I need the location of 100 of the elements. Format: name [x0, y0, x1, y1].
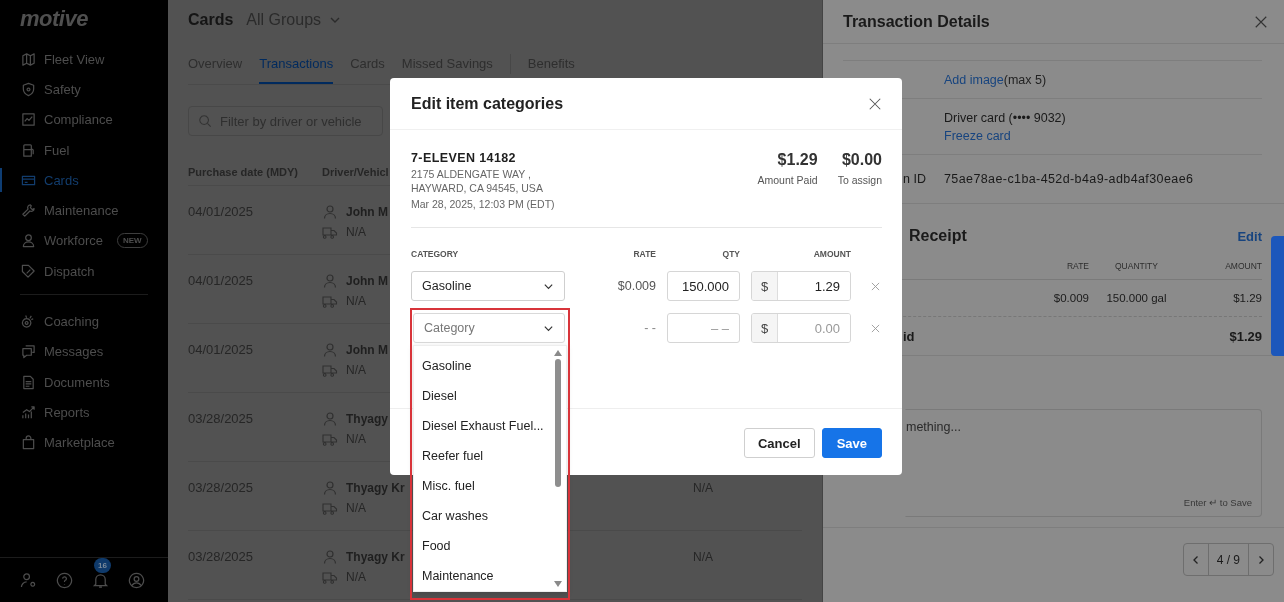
whistle-icon [21, 314, 36, 329]
address-line: HAYWARD, CA 94545, USA [411, 181, 544, 195]
document-icon [21, 374, 36, 390]
link[interactable]: Freeze card [944, 128, 1011, 143]
column-header: QUANTITY [1114, 260, 1159, 271]
amount-field[interactable]: $ 1.29 [751, 271, 851, 301]
close-icon[interactable] [1254, 14, 1268, 29]
amount: $0.00 [841, 151, 882, 169]
help-icon[interactable] [56, 571, 73, 589]
edit-link[interactable]: Edit [1237, 228, 1262, 244]
quantity-field[interactable]: – – [667, 313, 740, 343]
chart-icon [21, 404, 36, 420]
rate-value: $0.009 [616, 279, 656, 293]
amount-field[interactable]: $ 0.00 [751, 313, 851, 343]
menu-option[interactable]: Diesel Exhaust Fuel... [414, 411, 554, 441]
nav-item[interactable]: Safety [0, 74, 168, 105]
fuel-pump-icon [21, 142, 36, 158]
cancel-button[interactable]: Cancel [744, 428, 815, 458]
section-title: Receipt [909, 227, 967, 245]
tab[interactable]: Transactions [259, 40, 334, 84]
table-cell-text: $0.009 [1052, 292, 1089, 304]
category-select[interactable]: Category [413, 313, 565, 343]
person-icon [322, 549, 338, 565]
menu-option[interactable]: Diesel [414, 381, 554, 411]
remove-icon[interactable] [870, 323, 880, 333]
transaction-time: Mar 28, 2025, 12:03 PM (EDT) [411, 198, 555, 210]
column-header: RATE [1065, 260, 1089, 271]
truck-icon [322, 569, 338, 585]
scroll-down-icon[interactable] [554, 581, 562, 587]
merchant-name: 7-ELEVEN 14182 [411, 151, 517, 167]
column-header: RATE [632, 249, 656, 259]
address-line: 2175 ALDENGATE WAY , [411, 167, 532, 181]
person-icon [322, 411, 338, 427]
scroll-up-icon[interactable] [554, 350, 562, 356]
person-icon [322, 204, 338, 220]
person-icon [21, 233, 36, 249]
nav-item[interactable]: Fleet View [0, 44, 168, 75]
nav-item[interactable]: Compliance [0, 104, 168, 135]
hint-text: (max 5) [1003, 72, 1047, 87]
chevron-right-icon [1256, 554, 1266, 565]
menu-option[interactable]: Food [414, 531, 554, 561]
close-icon[interactable] [868, 96, 882, 111]
field-value: Driver card (•••• 9032) [944, 109, 1066, 127]
person-icon [322, 273, 338, 289]
shield-icon [21, 81, 36, 97]
column-header: QTY [721, 249, 740, 259]
chart-icon [21, 112, 36, 128]
nav-item[interactable]: Cards [0, 165, 168, 196]
category-select[interactable]: Gasoline [411, 271, 565, 301]
menu-option[interactable]: Misc. fuel [414, 471, 554, 501]
nav-item[interactable]: Workforce NEW [0, 225, 168, 257]
nav-item[interactable]: Reports [0, 397, 168, 428]
menu-option[interactable]: Gasoline [414, 351, 554, 381]
nav-item[interactable]: Dispatch [0, 256, 168, 287]
nav-item[interactable]: Maintenance [0, 195, 168, 226]
nav-item[interactable]: Marketplace [0, 427, 168, 458]
nav-item[interactable]: Messages [0, 336, 168, 367]
wrench-icon [21, 203, 36, 219]
nav-item[interactable]: Coaching [0, 306, 168, 337]
amount: $1.29 [777, 151, 818, 169]
total-label: id [903, 328, 915, 344]
hint-text: Enter ↵ to Save [1183, 497, 1252, 508]
table-cell-text: $1.29 [1232, 292, 1262, 304]
page-title: Cards [188, 11, 234, 29]
nav-item[interactable]: Documents [0, 366, 168, 398]
truck-icon [322, 362, 338, 378]
currency-prefix: $ [752, 314, 778, 342]
user-settings-icon[interactable] [20, 571, 37, 589]
quantity-field[interactable]: 150.000 [667, 271, 740, 301]
menu-option[interactable]: Reefer fuel [414, 441, 554, 471]
table-cell-text: 150.000 gal [1105, 292, 1168, 304]
truck-icon [322, 500, 338, 516]
account-icon[interactable] [128, 571, 145, 589]
notification-badge: 16 [94, 557, 111, 573]
map-icon [21, 51, 36, 67]
link[interactable]: Add image [944, 72, 1004, 87]
person-icon [322, 480, 338, 496]
logo: motive [20, 5, 89, 33]
currency-prefix: $ [752, 272, 778, 300]
amount-label: Amount Paid [757, 174, 818, 186]
bell-icon[interactable] [92, 571, 109, 589]
menu-option[interactable]: Car washes [414, 501, 554, 531]
column-header: CATEGORY [411, 249, 460, 259]
tag-icon [21, 263, 36, 279]
nav-item[interactable]: Fuel [0, 134, 168, 166]
truck-icon [322, 224, 338, 240]
amount-label: To assign [837, 174, 882, 186]
bag-icon [21, 435, 36, 451]
panel-title: Transaction Details [843, 12, 990, 31]
dialog-title: Edit item categories [411, 94, 564, 113]
person-icon [322, 342, 338, 358]
column-header: AMOUNT [812, 249, 851, 259]
truck-icon [322, 431, 338, 447]
menu-option[interactable]: Maintenance [414, 561, 554, 591]
field-label: n ID [903, 172, 926, 186]
column-header: AMOUNT [1224, 260, 1262, 271]
save-button[interactable]: Save [821, 428, 882, 458]
search-icon [198, 114, 212, 128]
chat-icon [21, 344, 36, 360]
remove-icon[interactable] [870, 281, 880, 291]
